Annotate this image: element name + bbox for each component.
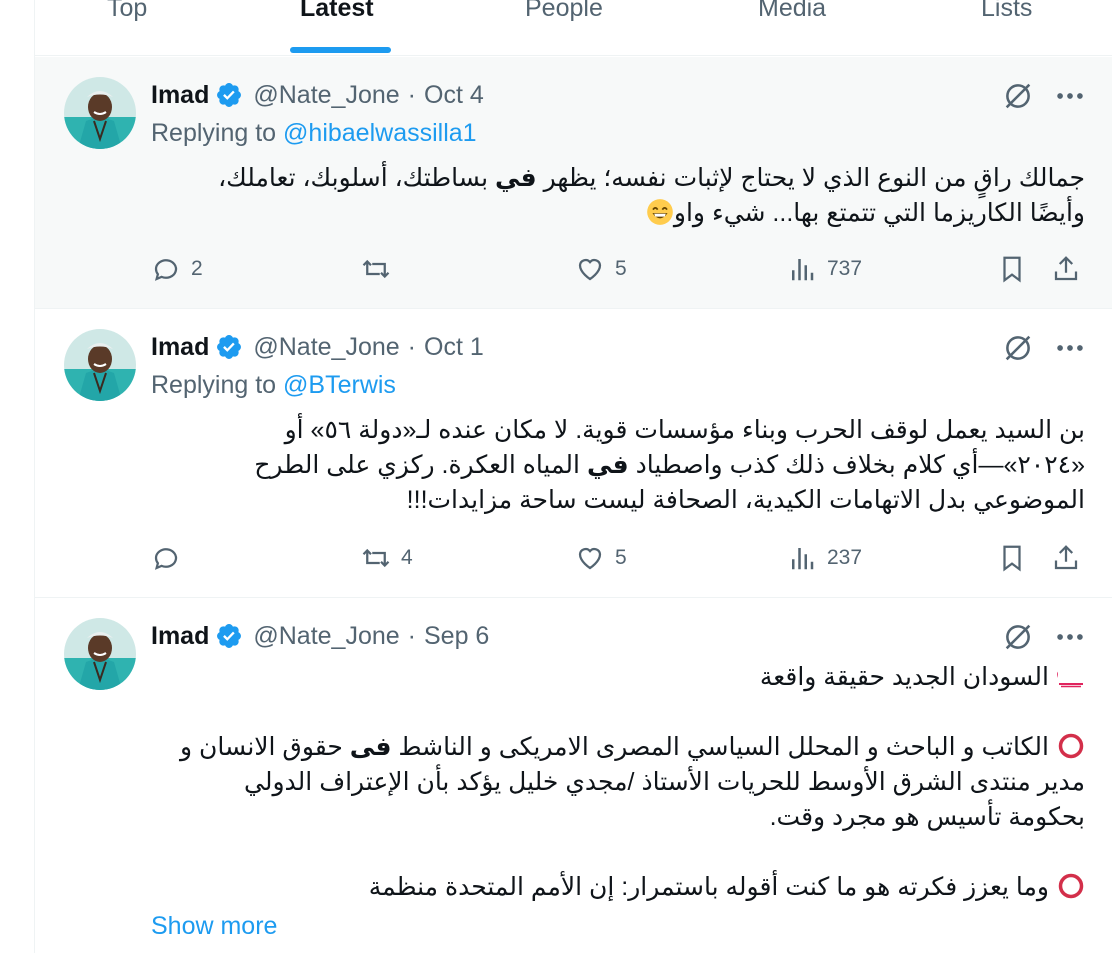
retweet-icon [362, 259, 390, 279]
like-button[interactable]: 5 [575, 538, 627, 578]
heart-icon [578, 258, 602, 281]
active-tab-indicator [290, 47, 391, 53]
views-icon [792, 548, 814, 570]
reply-icon [154, 259, 178, 281]
tweet[interactable]: Imad @Nate_Jone · Sep 6 100السودان الجدي… [35, 598, 1112, 953]
tweet[interactable]: Imad @Nate_Jone · Oct 1 Replying to @BTe… [35, 309, 1112, 598]
hundred-points-emoji-icon: 100 [1057, 668, 1083, 688]
author-name[interactable]: Imad [151, 622, 209, 651]
tweet[interactable]: Imad @Nate_Jone · Oct 4 Replying to @hib… [35, 57, 1112, 309]
more-options-icon[interactable] [1053, 331, 1087, 365]
verified-badge-icon [217, 83, 242, 107]
red-circle-icon [1058, 733, 1084, 759]
more-options-icon[interactable] [1053, 620, 1087, 654]
author-handle[interactable]: @Nate_Jone [253, 81, 399, 110]
bookmark-icon [1003, 545, 1021, 572]
share-button[interactable] [1051, 538, 1081, 578]
tweet-date[interactable]: Oct 4 [424, 81, 484, 110]
timeline-column: Top Latest People Media Lists Imad @Nate… [34, 0, 1112, 953]
verified-badge-icon [217, 335, 242, 359]
reply-button[interactable] [151, 538, 181, 578]
replying-to-link[interactable]: @hibaelwassilla1 [283, 119, 477, 147]
bookmark-button[interactable] [997, 249, 1027, 289]
author-handle[interactable]: @Nate_Jone [253, 333, 399, 362]
share-icon [1054, 545, 1078, 570]
tweet-header: Imad @Nate_Jone · Oct 1 [151, 332, 484, 362]
grok-icon[interactable] [1001, 79, 1035, 113]
tab-media[interactable]: Media [758, 0, 848, 56]
replying-to-link[interactable]: @BTerwis [283, 371, 396, 399]
tweet-date[interactable]: Sep 6 [424, 622, 489, 651]
tweet-header: Imad @Nate_Jone · Oct 4 [151, 80, 484, 110]
avatar[interactable] [64, 77, 136, 149]
heart-icon [578, 547, 602, 570]
author-handle[interactable]: @Nate_Jone [253, 622, 399, 651]
author-name[interactable]: Imad [151, 81, 209, 110]
avatar[interactable] [64, 329, 136, 401]
search-tabs: Top Latest People Media Lists [35, 0, 1112, 56]
retweet-icon [362, 548, 390, 568]
reply-icon [154, 548, 178, 570]
svg-text:100: 100 [1057, 668, 1059, 685]
tweet-text: بن السيد يعمل لوقف الحرب وبناء مؤسسات قو… [254, 416, 1085, 514]
retweet-button[interactable]: 4 [361, 538, 413, 578]
tweet-text: جمالك راقٍ من النوع الذي لا يحتاج لإثبات… [218, 164, 1085, 227]
verified-badge-icon [217, 624, 242, 648]
avatar[interactable] [64, 618, 136, 690]
tweet-date[interactable]: Oct 1 [424, 333, 484, 362]
tab-top[interactable]: Top [107, 0, 187, 56]
retweet-button[interactable] [361, 249, 391, 289]
share-icon [1054, 256, 1078, 281]
author-name[interactable]: Imad [151, 333, 209, 362]
like-button[interactable]: 5 [575, 249, 627, 289]
views-button[interactable]: 737 [787, 249, 862, 289]
tab-lists[interactable]: Lists [981, 0, 1061, 56]
replying-to: Replying to @BTerwis [151, 371, 396, 399]
show-more-link[interactable]: Show more [151, 912, 277, 941]
tweet-actions: 2 5 737 [35, 249, 1112, 289]
share-button[interactable] [1051, 249, 1081, 289]
views-button[interactable]: 237 [787, 538, 862, 578]
red-circle-icon [1058, 873, 1084, 899]
grinning-face-emoji-icon [647, 199, 673, 225]
bookmark-button[interactable] [997, 538, 1027, 578]
tweet-actions: 4 5 237 [35, 538, 1112, 578]
bookmark-icon [1003, 256, 1021, 283]
more-options-icon[interactable] [1053, 79, 1087, 113]
tweet-header: Imad @Nate_Jone · Sep 6 [151, 621, 490, 651]
grok-icon[interactable] [1001, 331, 1035, 365]
reply-button[interactable]: 2 [151, 249, 203, 289]
tweet-text: 100السودان الجديد حقيقة واقعة الكاتب و ا… [180, 663, 1085, 901]
grok-icon[interactable] [1001, 620, 1035, 654]
tab-people[interactable]: People [525, 0, 625, 56]
views-icon [792, 259, 814, 281]
replying-to: Replying to @hibaelwassilla1 [151, 119, 477, 147]
